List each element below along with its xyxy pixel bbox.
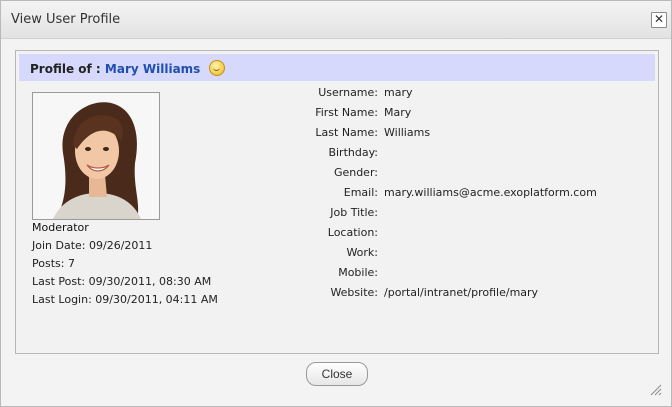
- profile-panel: Profile of : Mary Williams Moderator Joi…: [15, 50, 659, 354]
- field-label: Mobile:: [338, 266, 378, 279]
- field-label: Email:: [343, 186, 378, 199]
- field-label: Birthday:: [328, 146, 378, 159]
- smiley-status-icon: [208, 60, 225, 76]
- close-icon[interactable]: ✕: [651, 12, 667, 28]
- view-user-profile-dialog: View User Profile ✕ Profile of : Mary Wi…: [0, 0, 672, 407]
- field-row-work: Work:: [256, 243, 597, 263]
- user-stats: Moderator Join Date: 09/26/2011 Posts: 7…: [32, 219, 218, 309]
- field-row-gender: Gender:: [256, 163, 597, 183]
- field-row-username: Username: mary: [256, 83, 597, 103]
- field-row-first-name: First Name: Mary: [256, 103, 597, 123]
- field-label: Website:: [330, 286, 378, 299]
- website-value: /portal/intranet/profile/mary: [384, 286, 539, 299]
- field-label: Work:: [346, 246, 378, 259]
- field-row-location: Location:: [256, 223, 597, 243]
- join-date: Join Date: 09/26/2011: [32, 239, 153, 252]
- field-label: Username:: [318, 86, 378, 99]
- field-label: Last Name:: [315, 126, 378, 139]
- avatar-photo: [33, 93, 159, 219]
- dialog-title: View User Profile: [11, 12, 121, 27]
- field-label: First Name:: [315, 106, 378, 119]
- user-role: Moderator: [32, 221, 89, 234]
- field-row-last-name: Last Name: Williams: [256, 123, 597, 143]
- last-post: Last Post: 09/30/2011, 08:30 AM: [32, 275, 212, 288]
- field-label: Location:: [327, 226, 378, 239]
- field-value: Williams: [384, 126, 431, 139]
- avatar: [32, 92, 160, 220]
- field-row-job-title: Job Title:: [256, 203, 597, 223]
- profile-header-text: Profile of : Mary Williams: [30, 60, 225, 76]
- profile-fields: Username: mary First Name: Mary Last Name:…: [256, 83, 597, 303]
- profile-display-name: Mary Williams: [104, 62, 201, 76]
- field-row-website: Website: /portal/intranet/profile/mary: [256, 283, 597, 303]
- field-row-birthday: Birthday:: [256, 143, 597, 163]
- field-row-mobile: Mobile:: [256, 263, 597, 283]
- profile-header-prefix: Profile of :: [30, 62, 101, 76]
- field-value: Mary: [384, 106, 412, 119]
- post-count: Posts: 7: [32, 257, 75, 270]
- email-value: mary.williams@acme.exoplatform.com: [384, 186, 597, 199]
- profile-header: Profile of : Mary Williams: [19, 54, 655, 81]
- field-value: mary: [384, 86, 413, 99]
- dialog-titlebar[interactable]: View User Profile ✕: [1, 1, 671, 39]
- resize-grip-icon[interactable]: [648, 382, 662, 396]
- last-login: Last Login: 09/30/2011, 04:11 AM: [32, 293, 218, 306]
- field-label: Job Title:: [330, 206, 378, 219]
- field-row-email: Email: mary.williams@acme.exoplatform.com: [256, 183, 597, 203]
- close-button[interactable]: Close: [306, 362, 368, 386]
- field-label: Gender:: [333, 166, 378, 179]
